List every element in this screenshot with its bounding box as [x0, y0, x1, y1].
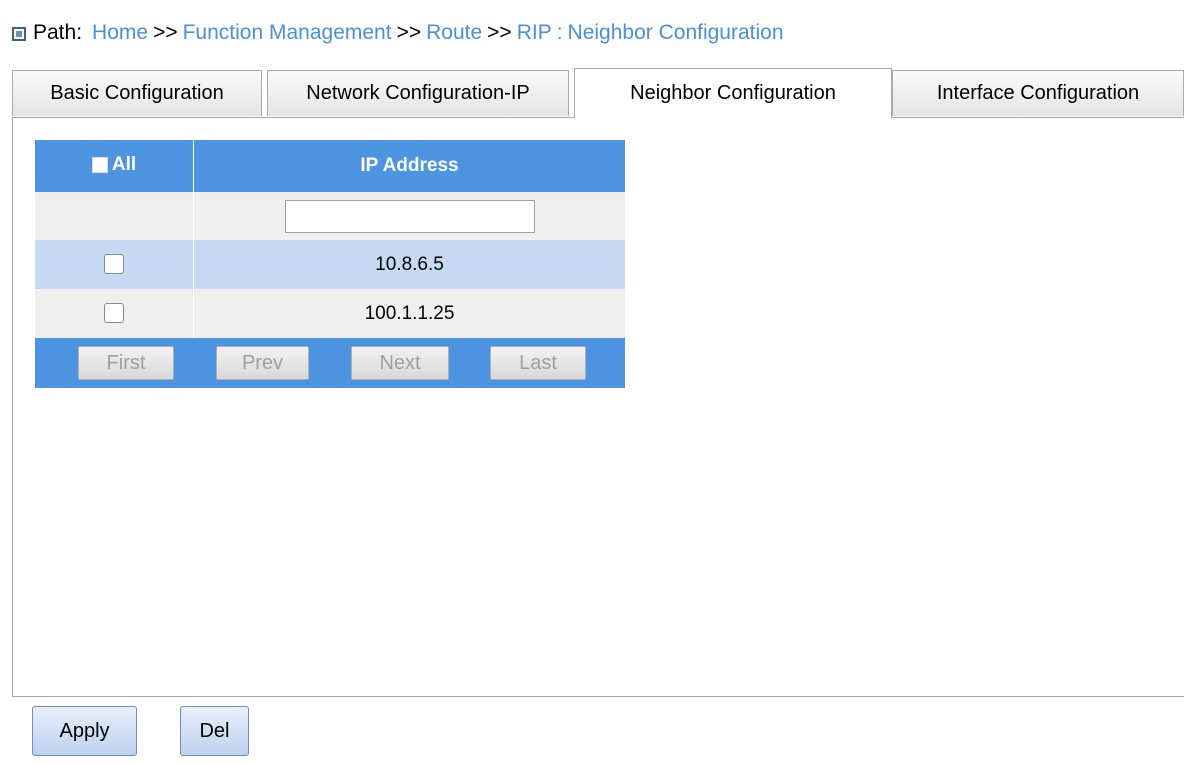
breadcrumb-separator: >>: [487, 21, 512, 44]
breadcrumb-home[interactable]: Home: [92, 21, 148, 45]
square-bullet-icon: [12, 26, 26, 41]
apply-button[interactable]: Apply: [32, 706, 137, 756]
table-row: 10.8.6.5: [35, 240, 625, 289]
tab-interface-configuration[interactable]: Interface Configuration: [892, 70, 1184, 116]
breadcrumb-function-management[interactable]: Function Management: [183, 21, 392, 45]
content-panel: All IP Address 10.8.6.5 100.1.1.25 First…: [12, 117, 1184, 697]
tab-neighbor-configuration[interactable]: Neighbor Configuration: [574, 68, 892, 118]
breadcrumb-colon: :: [556, 21, 563, 44]
breadcrumb-route[interactable]: Route: [426, 21, 482, 45]
tab-network-configuration-ip[interactable]: Network Configuration-IP: [267, 70, 569, 116]
breadcrumb-label: Path:: [33, 21, 83, 44]
select-all-checkbox[interactable]: [91, 156, 108, 173]
table-row: 100.1.1.25: [35, 289, 625, 338]
new-entry-row: [35, 192, 625, 240]
select-all-label: All: [111, 153, 137, 175]
row-ip-address: 10.8.6.5: [193, 240, 625, 289]
del-button[interactable]: Del: [180, 706, 249, 756]
pagination-row: First Prev Next Last: [35, 338, 625, 388]
tab-basic-configuration[interactable]: Basic Configuration: [12, 70, 262, 116]
prev-page-button[interactable]: Prev: [216, 346, 309, 380]
breadcrumb-neighbor-configuration[interactable]: Neighbor Configuration: [568, 21, 784, 45]
neighbor-table: All IP Address 10.8.6.5 100.1.1.25 First…: [35, 140, 625, 388]
row-checkbox[interactable]: [104, 303, 124, 324]
ip-address-input[interactable]: [284, 199, 535, 233]
breadcrumb-rip[interactable]: RIP: [517, 21, 552, 45]
breadcrumb: Path: Home >> Function Management >> Rou…: [12, 18, 784, 48]
row-checkbox[interactable]: [104, 254, 124, 275]
first-page-button[interactable]: First: [78, 346, 174, 380]
breadcrumb-separator: >>: [396, 21, 422, 44]
next-page-button[interactable]: Next: [351, 346, 449, 380]
last-page-button[interactable]: Last: [490, 346, 586, 380]
table-header-row: All IP Address: [35, 140, 625, 192]
breadcrumb-separator: >>: [153, 21, 178, 44]
tab-bar: Basic Configuration Network Configuratio…: [12, 68, 1184, 119]
select-all-header: All: [35, 140, 194, 192]
row-ip-address: 100.1.1.25: [193, 289, 625, 338]
ip-address-header: IP Address: [193, 140, 625, 192]
